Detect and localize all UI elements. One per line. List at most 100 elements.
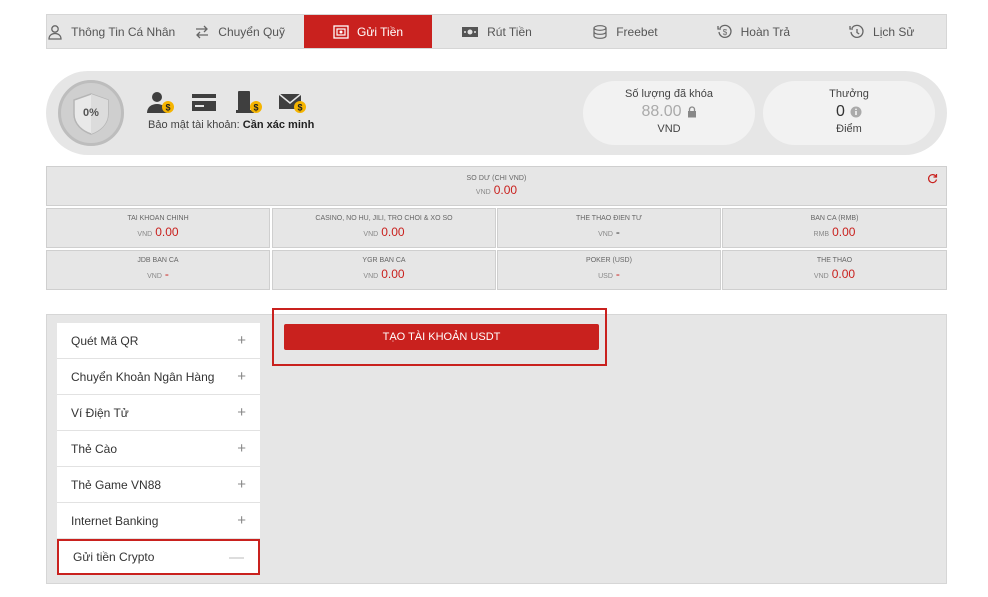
tab-refund-label: Hoàn Trả	[740, 24, 790, 39]
balance-cell-label: TAI KHOAN CHINH	[127, 215, 189, 222]
security-panel: 0% $ $ $ Bảo mật tài khoản: Cần xác minh…	[46, 71, 947, 155]
security-status-text: Bảo mật tài khoản: Cần xác minh	[148, 119, 314, 131]
total-balance-currency: VND	[475, 189, 491, 196]
balance-cell-label: YGR BAN CA	[362, 257, 406, 264]
deposit-method-scratch-card[interactable]: Thẻ Cào +	[57, 431, 260, 467]
balance-cell-currency: VND	[813, 273, 829, 280]
balance-cell-ygr-fishing: YGR BAN CA VND 0.00	[272, 250, 496, 290]
balance-cell-label: JDB BAN CA	[137, 257, 179, 264]
svg-text:$: $	[253, 103, 258, 113]
tab-withdraw[interactable]: Rút Tiền	[432, 15, 560, 48]
tab-freebet[interactable]: Freebet	[561, 15, 689, 48]
expand-icon: +	[237, 476, 246, 493]
expand-icon: +	[237, 440, 246, 457]
balance-cell-value-row: VND 0.00	[47, 225, 269, 239]
email-verify-icon[interactable]: $	[278, 91, 308, 115]
svg-text:$: $	[165, 103, 170, 113]
balance-cell-jdb-fishing: JDB BAN CA VND -	[46, 250, 270, 290]
expand-icon: +	[237, 512, 246, 529]
balance-cell-sports: THE THAO VND 0.00	[722, 250, 947, 290]
refund-icon: $	[716, 24, 732, 38]
menu-item-label: Gửi tiền Crypto	[73, 550, 155, 564]
phone-verify-icon[interactable]: $	[234, 91, 264, 115]
locked-amount-card: Số lượng đã khóa 88.00 VND	[583, 81, 755, 145]
locked-value: 88.00	[641, 103, 682, 120]
expand-icon: +	[237, 332, 246, 349]
security-label: Bảo mật tài khoản:	[148, 119, 240, 131]
refresh-icon[interactable]	[927, 173, 938, 184]
coins-icon	[593, 24, 607, 39]
create-usdt-account-button[interactable]: TẠO TÀI KHOẢN USDT	[284, 324, 599, 350]
card-icon[interactable]	[190, 91, 220, 115]
security-status: Cần xác minh	[242, 119, 315, 131]
balance-cell-value-row: VND 0.00	[273, 225, 495, 239]
tab-deposit-label: Gửi Tiền	[357, 24, 404, 39]
deposit-method-qr[interactable]: Quét Mã QR +	[57, 323, 260, 359]
balance-cell-main: TAI KHOAN CHINH VND 0.00	[46, 208, 270, 248]
bonus-label: Thưởng	[829, 88, 869, 100]
total-balance: SO DƯ (CHI VND) VND 0.00	[46, 166, 947, 206]
history-icon	[849, 24, 864, 38]
menu-item-label: Chuyển Khoản Ngân Hàng	[71, 369, 215, 384]
deposit-method-bank-transfer[interactable]: Chuyển Khoản Ngân Hàng +	[57, 359, 260, 395]
menu-item-label: Quét Mã QR	[71, 333, 139, 348]
balance-cell-value-row: USD -	[498, 267, 720, 281]
locked-label: Số lượng đã khóa	[625, 88, 713, 100]
balance-cell-poker: POKER (USD) USD -	[497, 250, 721, 290]
balance-cell-currency: USD	[598, 273, 613, 280]
balance-cell-label: CASINO, NO HU, JILI, TRO CHOI & XO SO	[315, 215, 453, 222]
balance-cell-value: 0.00	[381, 225, 405, 239]
balance-cell-value: 0.00	[831, 267, 856, 281]
bonus-value: 0	[836, 103, 845, 120]
deposit-method-e-wallet[interactable]: Ví Điện Tử +	[57, 395, 260, 431]
balance-cell-value-row: VND 0.00	[723, 267, 946, 281]
tab-withdraw-label: Rút Tiền	[487, 24, 532, 39]
balance-cell-currency: RMB	[813, 231, 830, 238]
bonus-unit: Điểm	[836, 123, 862, 135]
user-verify-icon[interactable]: $	[146, 91, 176, 115]
tab-personal-info[interactable]: Thông Tin Cá Nhân	[47, 15, 175, 48]
locked-value-row: 88.00	[583, 103, 755, 121]
balance-cell-fishing-rmb: BAN CA (RMB) RMB 0.00	[722, 208, 947, 248]
tab-freebet-label: Freebet	[616, 24, 658, 39]
balance-cell-value: -	[615, 267, 620, 281]
tab-transfer-label: Chuyển Quỹ	[218, 24, 285, 39]
bonus-value-row: 0	[763, 103, 935, 121]
info-icon[interactable]	[850, 106, 862, 118]
menu-item-label: Ví Điện Tử	[71, 405, 129, 420]
balance-cell-value: -	[615, 225, 620, 239]
balance-cell-currency: VND	[137, 231, 153, 238]
total-balance-label: SO DƯ (CHI VND)	[466, 175, 527, 182]
tab-history[interactable]: Lịch Sử	[818, 15, 946, 48]
expand-icon: +	[237, 404, 246, 421]
balance-cell-value: -	[164, 267, 169, 281]
security-shield: 0%	[58, 80, 124, 146]
deposit-section: Quét Mã QR + Chuyển Khoản Ngân Hàng + Ví Đ…	[46, 308, 947, 584]
balance-cell-label: BAN CA (RMB)	[810, 215, 859, 222]
balance-cell-label: THE THAO	[816, 257, 853, 264]
menu-item-label: Thẻ Cào	[71, 441, 118, 456]
deposit-method-crypto[interactable]: Gửi tiền Crypto —	[57, 539, 260, 575]
menu-item-label: Thẻ Game VN88	[71, 477, 162, 492]
balance-cell-label: THE THAO ĐIEN TƯ	[575, 215, 642, 222]
total-balance-value-row: VND 0.00	[47, 183, 946, 197]
balance-cell-value-row: VND -	[47, 267, 269, 281]
tab-personal-info-label: Thông Tin Cá Nhân	[71, 24, 176, 39]
lock-icon	[687, 106, 696, 118]
total-balance-value: 0.00	[493, 183, 518, 197]
user-icon	[48, 24, 62, 40]
transfer-icon	[196, 25, 209, 38]
tab-deposit[interactable]: Gửi Tiền	[303, 15, 433, 48]
balance-cell-value: 0.00	[155, 225, 179, 239]
balance-cell-currency: VND	[598, 231, 613, 238]
deposit-method-internet-banking[interactable]: Internet Banking +	[57, 503, 260, 539]
deposit-method-game-card[interactable]: Thẻ Game VN88 +	[57, 467, 260, 503]
tab-transfer[interactable]: Chuyển Quỹ	[175, 15, 303, 48]
balance-cell-currency: VND	[363, 273, 379, 280]
top-nav: Thông Tin Cá Nhân Chuyển Quỹ Gửi Tiền Rú…	[46, 14, 947, 49]
balance-cell-label: POKER (USD)	[586, 257, 632, 264]
verification-icons: $ $ $	[146, 91, 308, 115]
expand-icon: +	[237, 368, 246, 385]
security-percent: 0%	[83, 107, 99, 119]
tab-refund[interactable]: $ Hoàn Trả	[689, 15, 817, 48]
